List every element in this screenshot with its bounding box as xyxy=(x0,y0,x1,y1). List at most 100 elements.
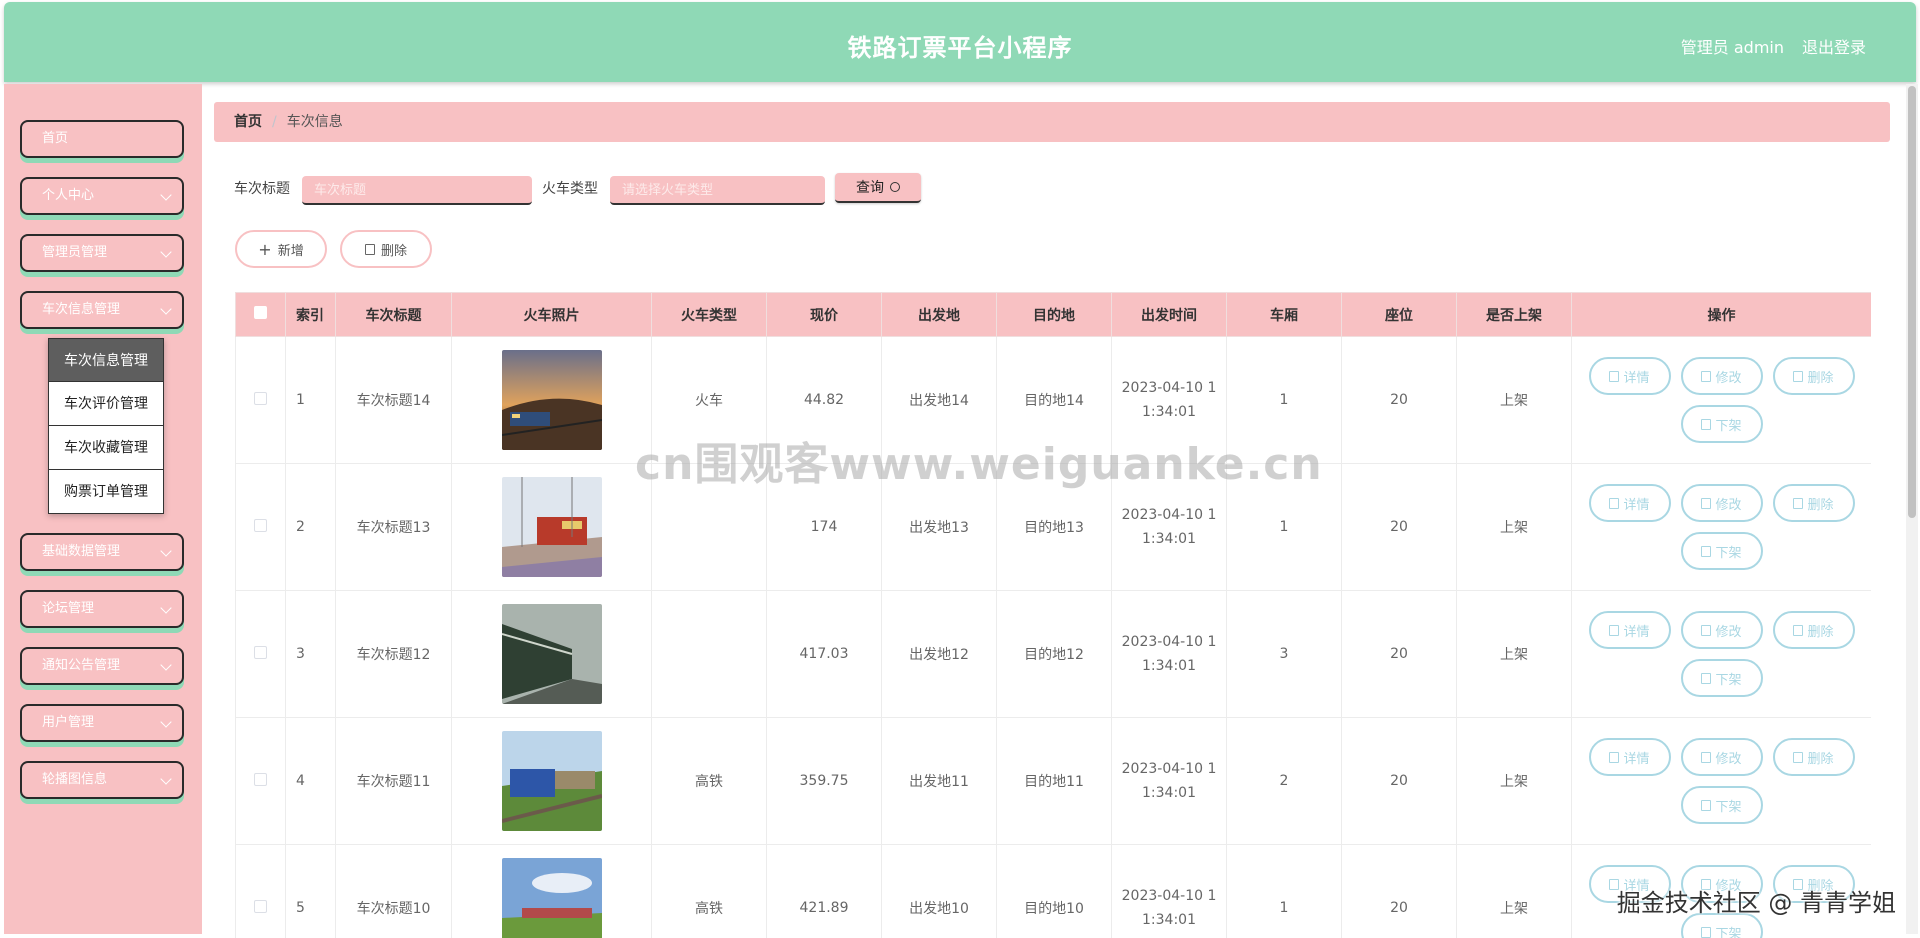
query-label: 查询 xyxy=(856,180,884,196)
table-row[interactable]: 4 车次标题11 高铁 359.75 出发地11 目的地11 2023-04-10 1 1:… xyxy=(235,717,1871,845)
row-select-cell[interactable] xyxy=(235,336,286,464)
sidebar-item[interactable]: 通知公告管理 xyxy=(20,647,184,685)
row-select-cell[interactable] xyxy=(235,590,286,718)
sidebar-item-label: 个人中心 xyxy=(42,188,95,203)
photo-cell xyxy=(451,336,652,464)
listed-cell: 上架 xyxy=(1456,590,1572,718)
document-icon xyxy=(1609,497,1620,509)
trash-icon xyxy=(1793,751,1804,763)
plus-icon: + xyxy=(258,239,272,259)
row-select-cell[interactable] xyxy=(235,844,286,938)
type-select[interactable] xyxy=(610,176,825,205)
sidebar-item[interactable]: 管理员管理 xyxy=(20,234,184,272)
op-label: 删除 xyxy=(1807,624,1834,640)
seats-cell: 20 xyxy=(1341,336,1457,464)
op-label: 详情 xyxy=(1623,624,1650,640)
sidebar-item[interactable]: 论坛管理 xyxy=(20,590,184,628)
delete-button[interactable]: 删除 xyxy=(1772,484,1855,522)
train-photo xyxy=(501,731,602,831)
price-cell: 417.03 xyxy=(766,590,882,718)
time-cell: 2023-04-10 1 1:34:01 xyxy=(1111,590,1227,718)
row-checkbox[interactable] xyxy=(254,899,267,913)
op-label: 删除 xyxy=(1807,370,1834,386)
detail-button[interactable]: 详情 xyxy=(1588,738,1671,776)
index-cell: 4 xyxy=(285,717,336,845)
corner-watermark: 掘金技术社区 @ 青青学姐 xyxy=(1616,889,1896,917)
title-cell: 车次标题13 xyxy=(335,463,452,591)
to-cell: 目的地13 xyxy=(996,463,1112,591)
edit-button[interactable]: 修改 xyxy=(1680,484,1763,522)
table-header-row: 索引 车次标题 火车照片 火车类型 现价 出发地 目的地 出发时间 车厢 座位 … xyxy=(235,292,1871,337)
edit-button[interactable]: 修改 xyxy=(1680,357,1763,395)
chevron-down-icon xyxy=(160,659,172,671)
add-label: 新增 xyxy=(277,243,304,259)
column-header: 火车类型 xyxy=(651,292,767,337)
sidebar-item[interactable]: 车次信息管理 xyxy=(20,291,184,329)
column-header: 火车照片 xyxy=(451,292,652,337)
delete-button[interactable]: 删除 xyxy=(1772,738,1855,776)
type-cell xyxy=(651,590,767,718)
chevron-down-icon xyxy=(160,602,172,614)
offshelf-button[interactable]: 下架 xyxy=(1680,659,1763,697)
delete-button[interactable]: 删除 xyxy=(1772,357,1855,395)
submenu-item[interactable]: 车次收藏管理 xyxy=(48,426,164,470)
sidebar-item[interactable]: 个人中心 xyxy=(20,177,184,215)
submenu-item[interactable]: 购票订单管理 xyxy=(48,470,164,514)
detail-button[interactable]: 详情 xyxy=(1588,611,1671,649)
detail-button[interactable]: 详情 xyxy=(1588,484,1671,522)
from-cell: 出发地13 xyxy=(881,463,997,591)
row-checkbox[interactable] xyxy=(254,645,267,659)
submenu-item[interactable]: 车次信息管理 xyxy=(48,338,164,382)
sidebar-item[interactable]: 用户管理 xyxy=(20,704,184,742)
select-all-checkbox[interactable] xyxy=(254,306,267,319)
from-cell: 出发地14 xyxy=(881,336,997,464)
op-label: 下架 xyxy=(1715,545,1742,561)
title-search-input[interactable] xyxy=(302,176,532,205)
document-icon xyxy=(1609,624,1620,636)
sidebar-item[interactable]: 基础数据管理 xyxy=(20,533,184,571)
table-row[interactable]: 1 车次标题14 火车 44.82 出发地14 目的地14 2023-04-10 1 1:3… xyxy=(235,336,1871,464)
op-label: 下架 xyxy=(1715,672,1742,688)
column-header: 现价 xyxy=(766,292,882,337)
column-header: 操作 xyxy=(1571,292,1871,337)
table-row[interactable]: 3 车次标题12 417.03 出发地12 目的地12 2023-04-10 1 1:34… xyxy=(235,590,1871,718)
photo-cell xyxy=(451,717,652,845)
row-checkbox[interactable] xyxy=(254,772,267,786)
row-select-cell[interactable] xyxy=(235,463,286,591)
detail-button[interactable]: 详情 xyxy=(1588,357,1671,395)
select-all-cell[interactable] xyxy=(235,292,286,337)
chevron-down-icon xyxy=(160,303,172,315)
delete-button[interactable]: 删除 xyxy=(1772,611,1855,649)
submenu-item[interactable]: 车次评价管理 xyxy=(48,382,164,426)
offshelf-button[interactable]: 下架 xyxy=(1680,532,1763,570)
time-cell: 2023-04-10 1 1:34:01 xyxy=(1111,844,1227,938)
type-cell: 火车 xyxy=(651,336,767,464)
offshelf-button[interactable]: 下架 xyxy=(1680,405,1763,443)
batch-delete-button[interactable]: 删除 xyxy=(340,230,432,268)
sidebar-item[interactable]: 轮播图信息 xyxy=(20,761,184,799)
row-checkbox[interactable] xyxy=(254,391,267,405)
table-row[interactable]: 2 车次标题13 174 出发地13 目的地13 2023-04-10 1 1:34:01… xyxy=(235,463,1871,591)
logout-link[interactable]: 退出登录 xyxy=(1802,34,1866,58)
scrollbar-thumb[interactable] xyxy=(1908,86,1916,518)
seats-cell: 20 xyxy=(1341,590,1457,718)
row-select-cell[interactable] xyxy=(235,717,286,845)
document-icon xyxy=(1701,926,1712,938)
title-cell: 车次标题11 xyxy=(335,717,452,845)
edit-button[interactable]: 修改 xyxy=(1680,611,1763,649)
edit-button[interactable]: 修改 xyxy=(1680,738,1763,776)
row-checkbox[interactable] xyxy=(254,518,267,532)
breadcrumb-separator: / xyxy=(272,114,277,130)
sidebar-item-label: 轮播图信息 xyxy=(42,772,108,787)
type-cell: 高铁 xyxy=(651,717,767,845)
train-photo xyxy=(501,604,602,704)
carriage-cell: 3 xyxy=(1226,590,1342,718)
add-button[interactable]: + 新增 xyxy=(235,230,327,268)
offshelf-button[interactable]: 下架 xyxy=(1680,786,1763,824)
sidebar-item[interactable]: 首页 xyxy=(20,120,184,158)
query-button[interactable]: 查询 xyxy=(835,173,921,203)
breadcrumb-home[interactable]: 首页 xyxy=(234,114,262,130)
type-cell xyxy=(651,463,767,591)
from-cell: 出发地11 xyxy=(881,717,997,845)
to-cell: 目的地11 xyxy=(996,717,1112,845)
